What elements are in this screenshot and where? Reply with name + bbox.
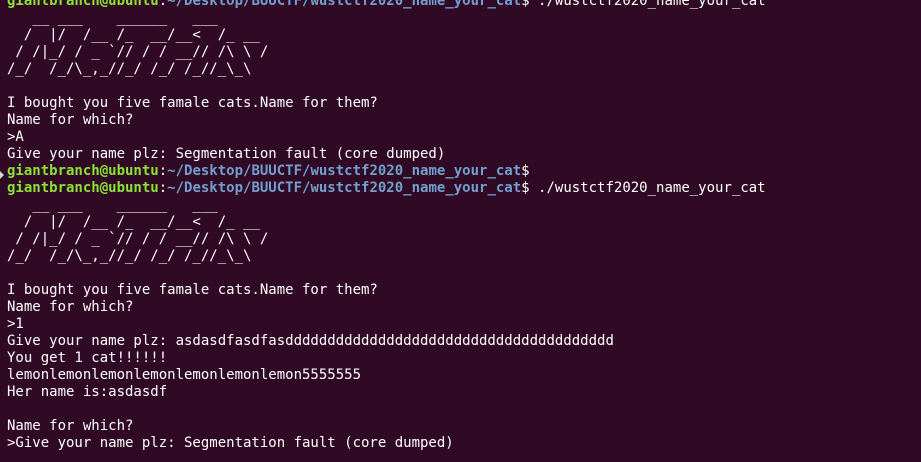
output-line: Name for which? — [7, 112, 134, 128]
output-line: Name for which? — [7, 299, 134, 315]
prompt-separator: : — [158, 180, 168, 196]
output-line: / /|_/ / _ `// / / __// /\ \ / — [7, 44, 269, 60]
output-line: >1 — [7, 316, 24, 332]
output-line: __ ___ ______ ___ — [7, 197, 218, 213]
prompt-command: $ — [521, 163, 530, 179]
prompt-user: giantbranch@ubuntu — [7, 163, 159, 179]
output-line: Name for which? — [7, 418, 134, 434]
prompt-command: $ ./wustctf2020_name_your_cat — [521, 0, 766, 9]
output-line: Her name is:asdasdf — [7, 384, 168, 400]
prompt-user: giantbranch@ubuntu — [7, 180, 159, 196]
prompt-path: ~/Desktop/BUUCTF/wustctf2020_name_your_c… — [167, 180, 522, 196]
prompt-user: giantbranch@ubuntu — [7, 0, 159, 9]
terminal-window[interactable]: giantbranch@ubuntu:~/Desktop/BUUCTF/wust… — [0, 0, 921, 462]
output-line: / |/ /__ /_ __/__< /_ __ — [7, 214, 260, 230]
prompt-path: ~/Desktop/BUUCTF/wustctf2020_name_your_c… — [167, 163, 522, 179]
output-line: I bought you five famale cats.Name for t… — [7, 282, 378, 298]
output-line: Give your name plz: Segmentation fault (… — [7, 146, 446, 162]
output-line: >Give your name plz: Segmentation fault … — [7, 435, 454, 451]
output-line: I bought you five famale cats.Name for t… — [7, 95, 378, 111]
output-line: lemonlemonlemonlemonlemonlemonlemon55555… — [7, 367, 362, 383]
prompt-path: ~/Desktop/BUUCTF/wustctf2020_name_your_c… — [167, 0, 522, 9]
terminal-output: giantbranch@ubuntu:~/Desktop/BUUCTF/wust… — [7, 0, 766, 452]
output-line: / |/ /__ /_ __/__< /_ __ — [7, 27, 260, 43]
output-line: You get 1 cat!!!!!! — [7, 350, 168, 366]
prompt-separator: : — [158, 0, 168, 9]
output-line: >A — [7, 129, 24, 145]
output-line: /_/ /_/\_,_//_/ /_/ /_//_\_\ — [7, 61, 252, 77]
prompt-line: giantbranch@ubuntu:~/Desktop/BUUCTF/wust… — [7, 180, 766, 197]
output-line: __ ___ ______ ___ — [7, 10, 218, 26]
output-line: / /|_/ / _ `// / / __// /\ \ / — [7, 231, 269, 247]
scroll-mark-icon — [0, 171, 4, 179]
prompt-line: giantbranch@ubuntu:~/Desktop/BUUCTF/wust… — [7, 163, 766, 180]
output-line: Give your name plz: asdasdfasdfasddddddd… — [7, 333, 614, 349]
prompt-separator: : — [158, 163, 168, 179]
prompt-line: giantbranch@ubuntu:~/Desktop/BUUCTF/wust… — [7, 0, 766, 10]
output-line: /_/ /_/\_,_//_/ /_/ /_//_\_\ — [7, 248, 252, 264]
prompt-command: $ ./wustctf2020_name_your_cat — [521, 180, 766, 196]
